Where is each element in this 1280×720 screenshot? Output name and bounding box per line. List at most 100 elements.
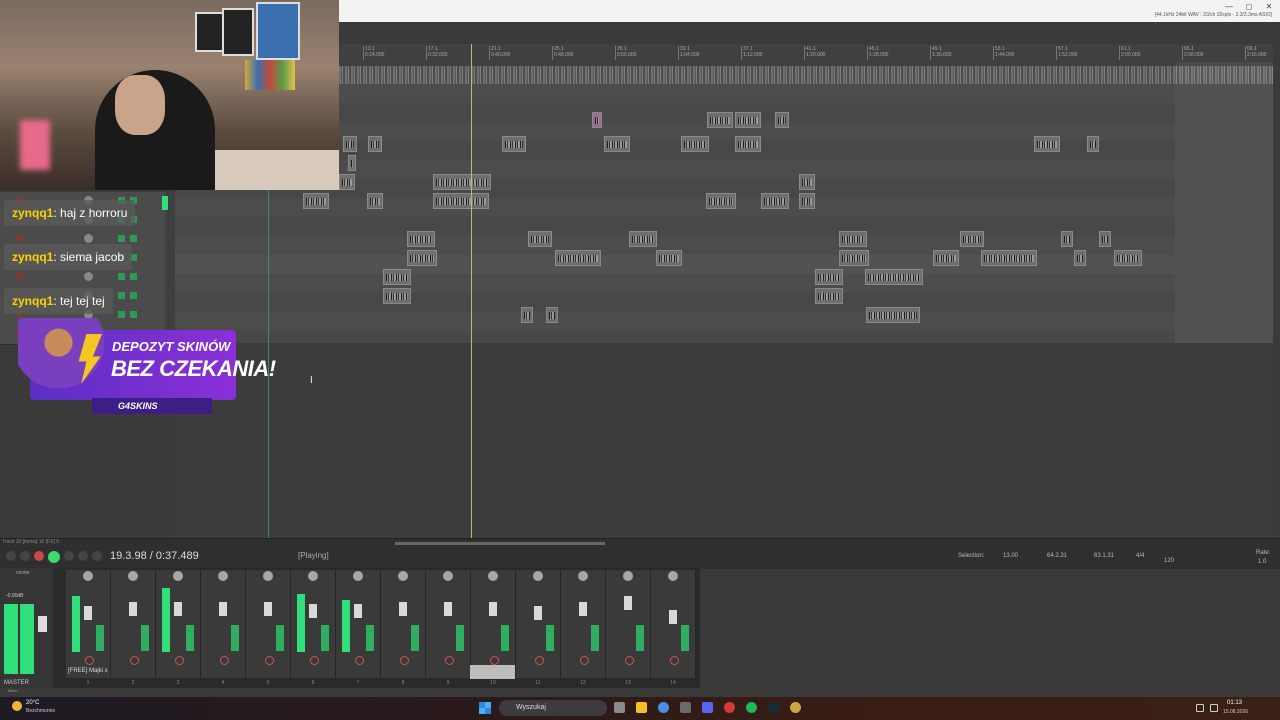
media-item[interactable] [981,250,1037,266]
media-item[interactable] [866,307,920,323]
media-item[interactable] [407,250,437,266]
discord-icon[interactable] [702,702,713,713]
media-item[interactable] [933,250,959,266]
fx-button[interactable] [186,625,194,651]
fx-button[interactable] [366,625,374,651]
pan-knob[interactable] [488,571,498,581]
volume-fader[interactable] [534,606,542,620]
track-volume-knob[interactable] [84,272,93,281]
pause-button[interactable] [92,551,102,561]
media-item[interactable] [502,136,526,152]
fx-button[interactable] [591,625,599,651]
fx-button[interactable] [276,625,284,651]
weather-description[interactable]: Bezchmurnie [26,708,55,714]
fx-button[interactable] [231,625,239,651]
app-icon[interactable] [680,702,691,713]
fx-button[interactable] [118,292,125,299]
volume-fader[interactable] [669,610,677,624]
record-arm-icon[interactable] [400,656,409,665]
media-item[interactable] [1034,136,1060,152]
media-item[interactable] [407,231,435,247]
tempo-envelope-lane[interactable] [339,66,1273,84]
record-arm-icon[interactable] [175,656,184,665]
volume-fader[interactable] [309,604,317,618]
media-item[interactable] [707,112,733,128]
pan-knob[interactable] [668,571,678,581]
media-item[interactable] [865,269,923,285]
record-arm-icon[interactable] [490,656,499,665]
volume-fader[interactable] [579,602,587,616]
start-button[interactable] [479,702,491,714]
media-item[interactable] [629,231,657,247]
record-arm-icon[interactable] [16,272,24,280]
media-item[interactable] [1074,250,1086,266]
media-item[interactable] [1061,231,1073,247]
volume-fader[interactable] [84,606,92,620]
selection-start[interactable]: 13.00 [1003,553,1018,559]
pan-knob[interactable] [443,571,453,581]
volume-fader[interactable] [399,602,407,616]
pan-knob[interactable] [533,571,543,581]
media-item[interactable] [799,193,815,209]
app-icon[interactable] [724,702,735,713]
tray-volume-icon[interactable] [1210,704,1218,712]
tempo-value[interactable]: 120 [1164,558,1174,564]
weather-temperature[interactable]: 20°C [26,700,39,706]
envelope-button[interactable] [130,292,137,299]
fx-button[interactable] [411,625,419,651]
media-item[interactable] [775,112,789,128]
envelope-button[interactable] [130,273,137,280]
media-item[interactable] [1114,250,1142,266]
media-item[interactable] [521,307,533,323]
track-lane[interactable] [175,312,1273,332]
time-signature[interactable]: 4/4 [1136,553,1144,559]
media-item[interactable] [368,136,382,152]
media-item[interactable] [1087,136,1099,152]
weather-icon[interactable] [12,701,22,711]
media-item[interactable] [839,250,869,266]
volume-fader[interactable] [264,602,272,616]
pan-knob[interactable] [308,571,318,581]
master-fader[interactable] [38,616,47,632]
pan-knob[interactable] [218,571,228,581]
track-volume-knob[interactable] [84,234,93,243]
go-to-start-icon[interactable] [6,551,16,561]
steam-icon[interactable] [768,702,779,713]
pan-knob[interactable] [578,571,588,581]
record-arm-icon[interactable] [310,656,319,665]
volume-fader[interactable] [624,596,632,610]
record-arm-icon[interactable] [445,656,454,665]
fx-button[interactable] [141,625,149,651]
file-explorer-icon[interactable] [636,702,647,713]
tray-network-icon[interactable] [1196,704,1204,712]
pan-knob[interactable] [623,571,633,581]
media-item[interactable] [761,193,789,209]
rate-value[interactable]: 1.0 [1258,559,1266,565]
fx-button[interactable] [118,273,125,280]
media-item[interactable] [383,269,411,285]
media-item[interactable] [839,231,867,247]
pan-knob[interactable] [173,571,183,581]
pan-knob[interactable] [398,571,408,581]
media-item[interactable] [348,155,356,171]
record-arm-icon[interactable] [355,656,364,665]
pan-knob[interactable] [263,571,273,581]
media-item[interactable] [735,112,761,128]
media-item[interactable] [339,174,355,190]
track-lane[interactable] [175,141,1273,161]
clock-date[interactable]: 15.08.2026 [1223,709,1248,715]
fx-button[interactable] [681,625,689,651]
play-button[interactable] [48,551,60,563]
record-arm-icon[interactable] [535,656,544,665]
media-item[interactable] [367,193,383,209]
volume-fader[interactable] [129,602,137,616]
previous-icon[interactable] [20,551,30,561]
record-arm-icon[interactable] [16,234,24,242]
pan-knob[interactable] [353,571,363,581]
maximize-button[interactable]: ◻ [1242,2,1256,12]
record-arm-icon[interactable] [85,656,94,665]
record-arm-icon[interactable] [580,656,589,665]
clock-time[interactable]: 01:13 [1227,700,1242,706]
spotify-icon[interactable] [746,702,757,713]
media-item[interactable] [433,174,491,190]
